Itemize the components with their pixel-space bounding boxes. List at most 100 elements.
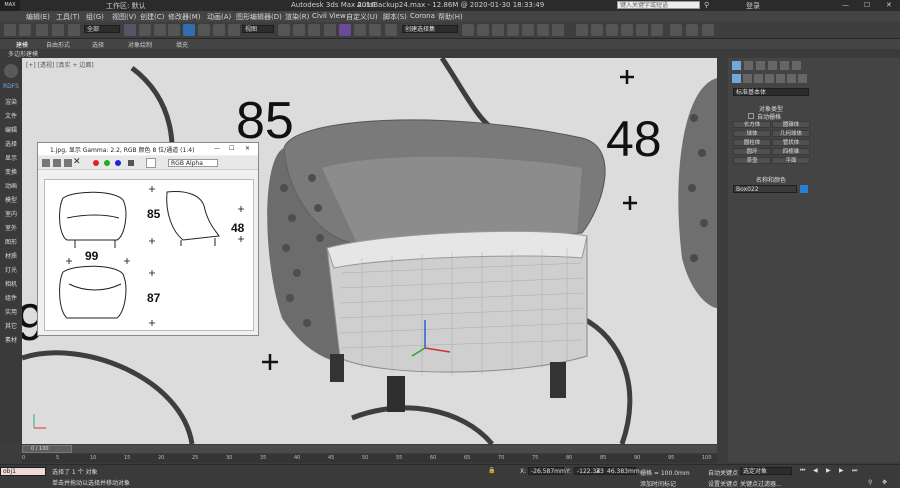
clear-icon[interactable]: ✕ bbox=[73, 157, 81, 167]
swatch-icon[interactable] bbox=[146, 158, 156, 168]
link-icon[interactable] bbox=[36, 24, 48, 36]
mirror-icon[interactable] bbox=[462, 24, 474, 36]
bind-space-warp-icon[interactable] bbox=[68, 24, 80, 36]
pyramid-button[interactable]: 四棱锥 bbox=[772, 148, 810, 155]
select-object-icon[interactable] bbox=[124, 24, 136, 36]
ribbon-tab-object-paint[interactable]: 对象绘制 bbox=[128, 40, 152, 49]
left-item-model[interactable]: 模型 bbox=[1, 195, 21, 204]
ribbon-sub-label[interactable]: 多边形建模 bbox=[8, 49, 38, 58]
app-logo[interactable]: MAX bbox=[0, 0, 20, 11]
close-icon[interactable]: ✕ bbox=[886, 1, 892, 9]
ribbon-tab-selection[interactable]: 选择 bbox=[92, 40, 104, 49]
selection-filter-dropdown[interactable]: 全部 bbox=[84, 25, 120, 33]
menu-corona[interactable]: Corona bbox=[410, 12, 435, 20]
object-name-input[interactable]: Box022 bbox=[733, 185, 797, 193]
key-mode-dropdown[interactable]: 选定对象 bbox=[740, 467, 792, 475]
window-crossing-icon[interactable] bbox=[168, 24, 180, 36]
teapot-button[interactable]: 茶壶 bbox=[733, 157, 771, 164]
go-to-start-icon[interactable]: ⏮ bbox=[800, 467, 805, 475]
clone-window-icon[interactable] bbox=[64, 159, 72, 167]
torus-button[interactable]: 圆环 bbox=[733, 148, 771, 155]
lock-icon[interactable]: 🔒 bbox=[488, 467, 495, 474]
render-setup-icon[interactable] bbox=[591, 24, 603, 36]
motion-tab-icon[interactable] bbox=[768, 61, 777, 70]
corona-render-icon[interactable] bbox=[670, 24, 682, 36]
select-rotate-icon[interactable] bbox=[198, 24, 210, 36]
material-editor-icon[interactable] bbox=[576, 24, 588, 36]
lights-icon[interactable] bbox=[754, 74, 763, 83]
left-item-render[interactable]: 渲染 bbox=[1, 97, 21, 106]
toggle-scene-explorer-icon[interactable] bbox=[492, 24, 504, 36]
snaps-toggle-icon[interactable] bbox=[324, 24, 336, 36]
add-time-tag-link[interactable]: 添加时间标记 bbox=[640, 479, 676, 488]
left-item-shape[interactable]: 图形 bbox=[1, 237, 21, 246]
rendered-frame-window-icon[interactable] bbox=[606, 24, 618, 36]
auto-key-button[interactable]: 自动关键点 bbox=[708, 468, 738, 477]
left-item-exterior[interactable]: 室外 bbox=[1, 223, 21, 232]
left-item-display[interactable]: 显示 bbox=[1, 153, 21, 162]
spinner-snap-icon[interactable] bbox=[369, 24, 381, 36]
systems-icon[interactable] bbox=[798, 74, 807, 83]
image-viewer-titlebar[interactable]: 1.jpg, 显示 Gamma: 2.2, RGB 颜色 8 位/通道 (1:4… bbox=[38, 143, 258, 155]
copy-image-icon[interactable] bbox=[53, 159, 61, 167]
menu-graph-editors[interactable]: 图形编辑器(D) bbox=[236, 12, 282, 22]
geometry-icon[interactable] bbox=[732, 74, 741, 83]
left-item-file[interactable]: 文件 bbox=[1, 111, 21, 120]
image-viewer-close-icon[interactable]: ✕ bbox=[245, 145, 250, 152]
hierarchy-tab-icon[interactable] bbox=[756, 61, 765, 70]
left-item-assets[interactable]: 素材 bbox=[1, 335, 21, 344]
geosphere-button[interactable]: 几何球体 bbox=[772, 130, 810, 137]
left-item-interior[interactable]: 室内 bbox=[1, 209, 21, 218]
helpers-icon[interactable] bbox=[776, 74, 785, 83]
left-item-select[interactable]: 选择 bbox=[1, 139, 21, 148]
menu-help[interactable]: 帮助(H) bbox=[438, 12, 463, 22]
create-tab-icon[interactable] bbox=[732, 61, 741, 70]
left-item-component[interactable]: 组件 bbox=[1, 293, 21, 302]
ribbon-tab-modeling[interactable]: 建模 bbox=[16, 40, 28, 49]
ribbon-tab-freeform[interactable]: 自由形式 bbox=[46, 40, 70, 49]
menu-rendering[interactable]: 渲染(R) bbox=[285, 12, 309, 22]
render-activeshade-icon[interactable] bbox=[651, 24, 663, 36]
menu-modifiers[interactable]: 修改器(M) bbox=[168, 12, 201, 22]
menu-civil-view[interactable]: Civil View bbox=[312, 12, 346, 20]
redo-icon[interactable] bbox=[19, 24, 31, 36]
channel-dropdown[interactable]: RGB Alpha bbox=[168, 159, 218, 167]
left-item-transform[interactable]: 变换 bbox=[1, 167, 21, 176]
pan-icon[interactable]: ✥ bbox=[882, 479, 887, 486]
select-scale-icon[interactable] bbox=[213, 24, 225, 36]
left-item-utility[interactable]: 实用 bbox=[1, 307, 21, 316]
cone-button[interactable]: 圆锥体 bbox=[772, 121, 810, 128]
select-move-icon[interactable] bbox=[183, 24, 195, 36]
utilities-tab-icon[interactable] bbox=[792, 61, 801, 70]
pivot-center-icon[interactable] bbox=[278, 24, 290, 36]
search-input[interactable]: 键入关键字或短语 bbox=[617, 1, 700, 9]
maxscript-listener[interactable]: obj1 bbox=[0, 467, 46, 476]
undo-icon[interactable] bbox=[4, 24, 16, 36]
tube-button[interactable]: 管状体 bbox=[772, 139, 810, 146]
left-item-other[interactable]: 其它 bbox=[1, 321, 21, 330]
autogrid-checkbox[interactable] bbox=[748, 113, 754, 119]
select-manipulate-icon[interactable] bbox=[293, 24, 305, 36]
menu-tools[interactable]: 工具(T) bbox=[56, 12, 80, 22]
image-viewer-maximize-icon[interactable]: ☐ bbox=[229, 145, 234, 152]
minimize-icon[interactable]: — bbox=[842, 1, 849, 9]
curve-editor-icon[interactable] bbox=[537, 24, 549, 36]
schematic-view-icon[interactable] bbox=[552, 24, 564, 36]
box-button[interactable]: 长方体 bbox=[733, 121, 771, 128]
blue-channel-icon[interactable] bbox=[115, 160, 121, 166]
left-item-light[interactable]: 灯光 bbox=[1, 265, 21, 274]
cameras-icon[interactable] bbox=[765, 74, 774, 83]
left-item-material[interactable]: 材质 bbox=[1, 251, 21, 260]
left-item-rdfs[interactable]: RDFS bbox=[1, 83, 21, 90]
corona-settings-icon[interactable] bbox=[702, 24, 714, 36]
workspace-label[interactable]: 工作区: 默认 bbox=[106, 1, 146, 11]
placement-icon[interactable] bbox=[228, 24, 240, 36]
login-link[interactable]: 登录 bbox=[746, 1, 760, 11]
green-channel-icon[interactable] bbox=[104, 160, 110, 166]
menu-group[interactable]: 组(G) bbox=[86, 12, 104, 22]
menu-customize[interactable]: 自定义(U) bbox=[346, 12, 378, 22]
toggle-layer-explorer-icon[interactable] bbox=[507, 24, 519, 36]
keyboard-shortcut-icon[interactable] bbox=[308, 24, 320, 36]
menu-edit[interactable]: 编辑(E) bbox=[26, 12, 50, 22]
red-channel-icon[interactable] bbox=[93, 160, 99, 166]
